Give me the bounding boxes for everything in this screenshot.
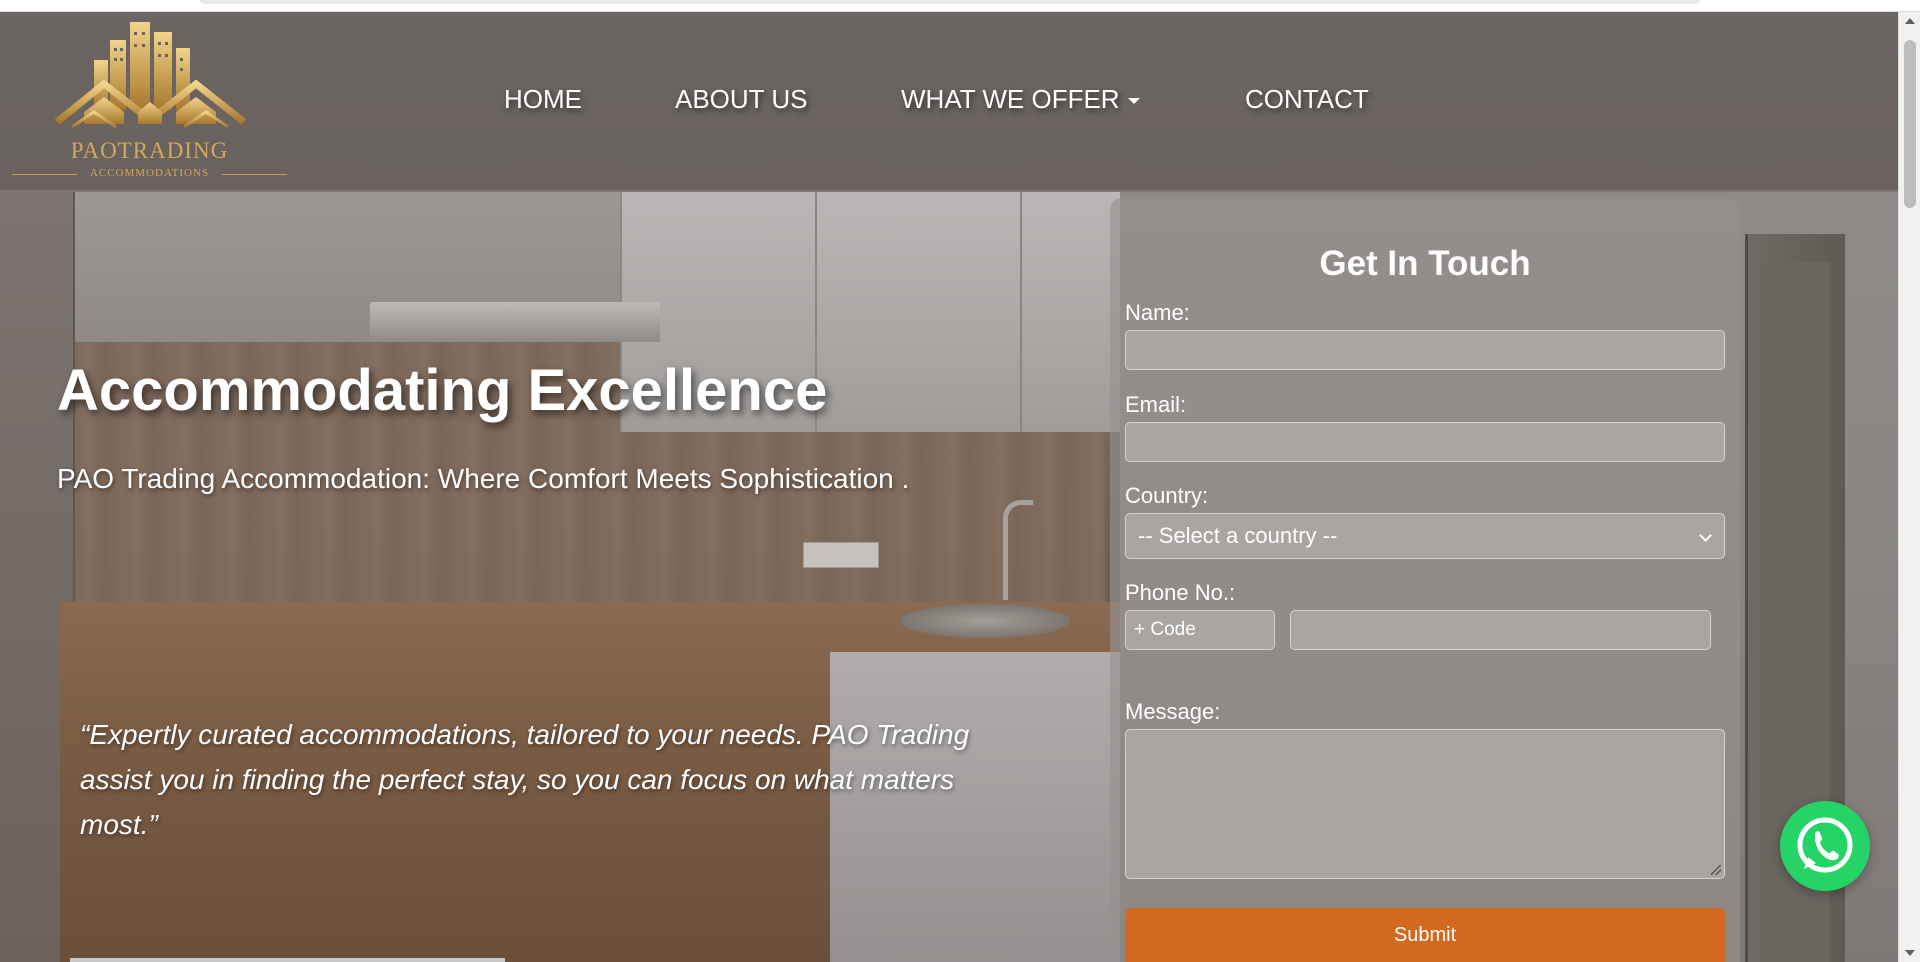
phone-code-field[interactable]: + Code (1125, 610, 1275, 650)
nav-about-us[interactable]: ABOUT US (675, 84, 807, 115)
country-label: Country: (1125, 483, 1209, 508)
caret-down-icon (1127, 98, 1140, 105)
name-label: Name: (1125, 300, 1190, 325)
chevron-down-icon (1699, 529, 1712, 542)
browser-top-pill (200, 0, 1700, 4)
logo-brand-text: PAOTRADING (70, 138, 229, 163)
vertical-scrollbar[interactable] (1898, 12, 1920, 962)
phone-number-field[interactable] (1290, 610, 1711, 650)
phone-label: Phone No.: (1125, 580, 1236, 605)
hero-range-hood (370, 302, 660, 342)
hero-quote: “Expertly curated accommodations, tailor… (80, 719, 970, 840)
email-field[interactable] (1125, 422, 1725, 462)
country-select[interactable]: -- Select a country -- (1125, 513, 1725, 559)
scroll-up-icon[interactable] (1905, 18, 1915, 24)
message-field[interactable] (1125, 729, 1725, 879)
submit-button[interactable]: Submit (1125, 908, 1725, 962)
hero-subtitle: PAO Trading Accommodation: Where Comfort… (57, 463, 910, 494)
hero-faucet (1003, 500, 1033, 600)
logo-divider (222, 174, 287, 175)
nav-what-we-offer[interactable]: WHAT WE OFFER (901, 84, 1140, 115)
scroll-down-icon[interactable] (1905, 950, 1915, 956)
message-label: Message: (1125, 699, 1221, 724)
whatsapp-icon (1797, 817, 1853, 873)
city-houses-logo-icon (12, 22, 287, 132)
contact-form: Get In Touch Name: Email: Country: -- Se… (1110, 198, 1740, 962)
resize-grip-icon[interactable] (1711, 865, 1721, 875)
nav-what-we-offer-label: WHAT WE OFFER (901, 84, 1120, 114)
nav-contact[interactable]: CONTACT (1245, 84, 1369, 115)
horizontal-scroll-indicator (70, 958, 505, 962)
name-field[interactable] (1125, 330, 1725, 370)
whatsapp-button[interactable] (1780, 801, 1870, 891)
nav-home[interactable]: HOME (504, 84, 582, 115)
browser-top-strip (0, 0, 1920, 12)
site-header: PAOTRADING ACCOMMODATIONS HOME ABOUT US … (0, 12, 1898, 190)
scrollbar-thumb[interactable] (1904, 40, 1916, 208)
cabinet-seam (1020, 192, 1022, 432)
logo-subtitle: ACCOMMODATIONS (89, 167, 210, 179)
site-logo[interactable]: PAOTRADING ACCOMMODATIONS (12, 12, 287, 182)
country-select-value: -- Select a country -- (1138, 523, 1338, 548)
hero-title: Accommodating Excellence (57, 358, 828, 423)
email-label: Email: (1125, 392, 1187, 417)
hero-sink (900, 604, 1070, 638)
form-title: Get In Touch (1319, 244, 1531, 283)
hero-wall-socket (803, 542, 879, 568)
